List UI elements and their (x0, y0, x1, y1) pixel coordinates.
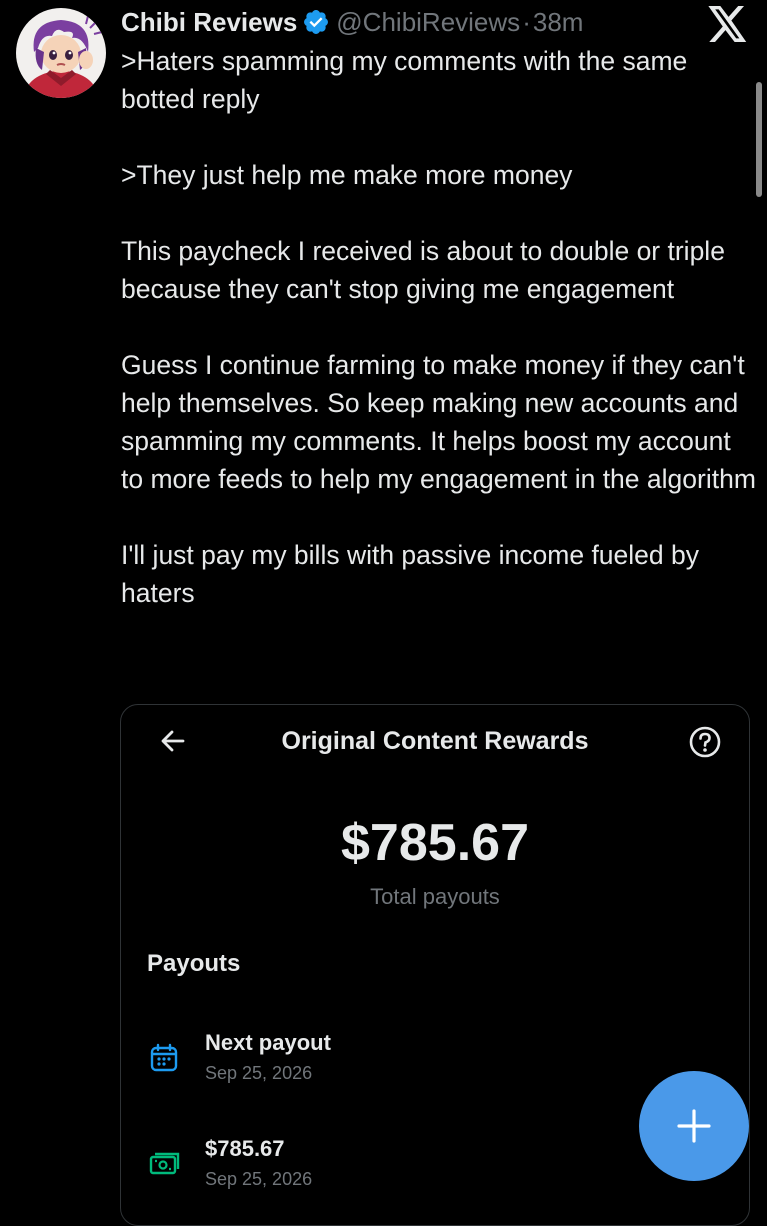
tweet-paragraph: >Haters spamming my comments with the sa… (121, 46, 688, 114)
tweet-header: Chibi Reviews @ChibiReviews · 38m (121, 4, 583, 40)
payout-row-amount: $785.67 Sep 25, 2026 (147, 1133, 707, 1203)
author-handle[interactable]: @ChibiReviews (336, 7, 520, 38)
author-display-name[interactable]: Chibi Reviews (121, 7, 297, 38)
tweet-paragraph: Guess I continue farming to make money i… (121, 350, 756, 494)
separator-dot: · (522, 6, 531, 37)
money-icon (149, 1149, 180, 1179)
tweet-timestamp[interactable]: 38m (533, 7, 584, 38)
payouts-heading: Payouts (147, 950, 241, 977)
calendar-icon (149, 1043, 179, 1073)
tweet-paragraph: This paycheck I received is about to dou… (121, 236, 725, 304)
avatar-image (16, 8, 106, 98)
tweet-paragraph: I'll just pay my bills with passive inco… (121, 540, 699, 608)
plus-icon (677, 1109, 711, 1143)
tweet-paragraph: >They just help me make more money (121, 160, 573, 190)
scrollbar-thumb[interactable] (756, 82, 762, 197)
payout-date: Sep 25, 2026 (205, 1169, 313, 1189)
payout-row-next: Next payout Sep 25, 2026 (147, 1027, 707, 1097)
avatar[interactable] (16, 8, 106, 98)
x-logo-icon (708, 6, 748, 42)
compose-button[interactable] (639, 1071, 749, 1181)
total-payout-amount: $785.67 (341, 814, 529, 872)
question-circle-icon (688, 725, 722, 759)
verified-badge-icon (302, 8, 330, 36)
tweet-body: >Haters spamming my comments with the sa… (121, 42, 756, 612)
rewards-title: Original Content Rewards (281, 727, 589, 755)
total-payout-label: Total payouts (370, 884, 500, 909)
payout-title: Next payout (205, 1030, 331, 1055)
payout-title: $785.67 (205, 1136, 285, 1161)
payout-date: Sep 25, 2026 (205, 1063, 313, 1083)
